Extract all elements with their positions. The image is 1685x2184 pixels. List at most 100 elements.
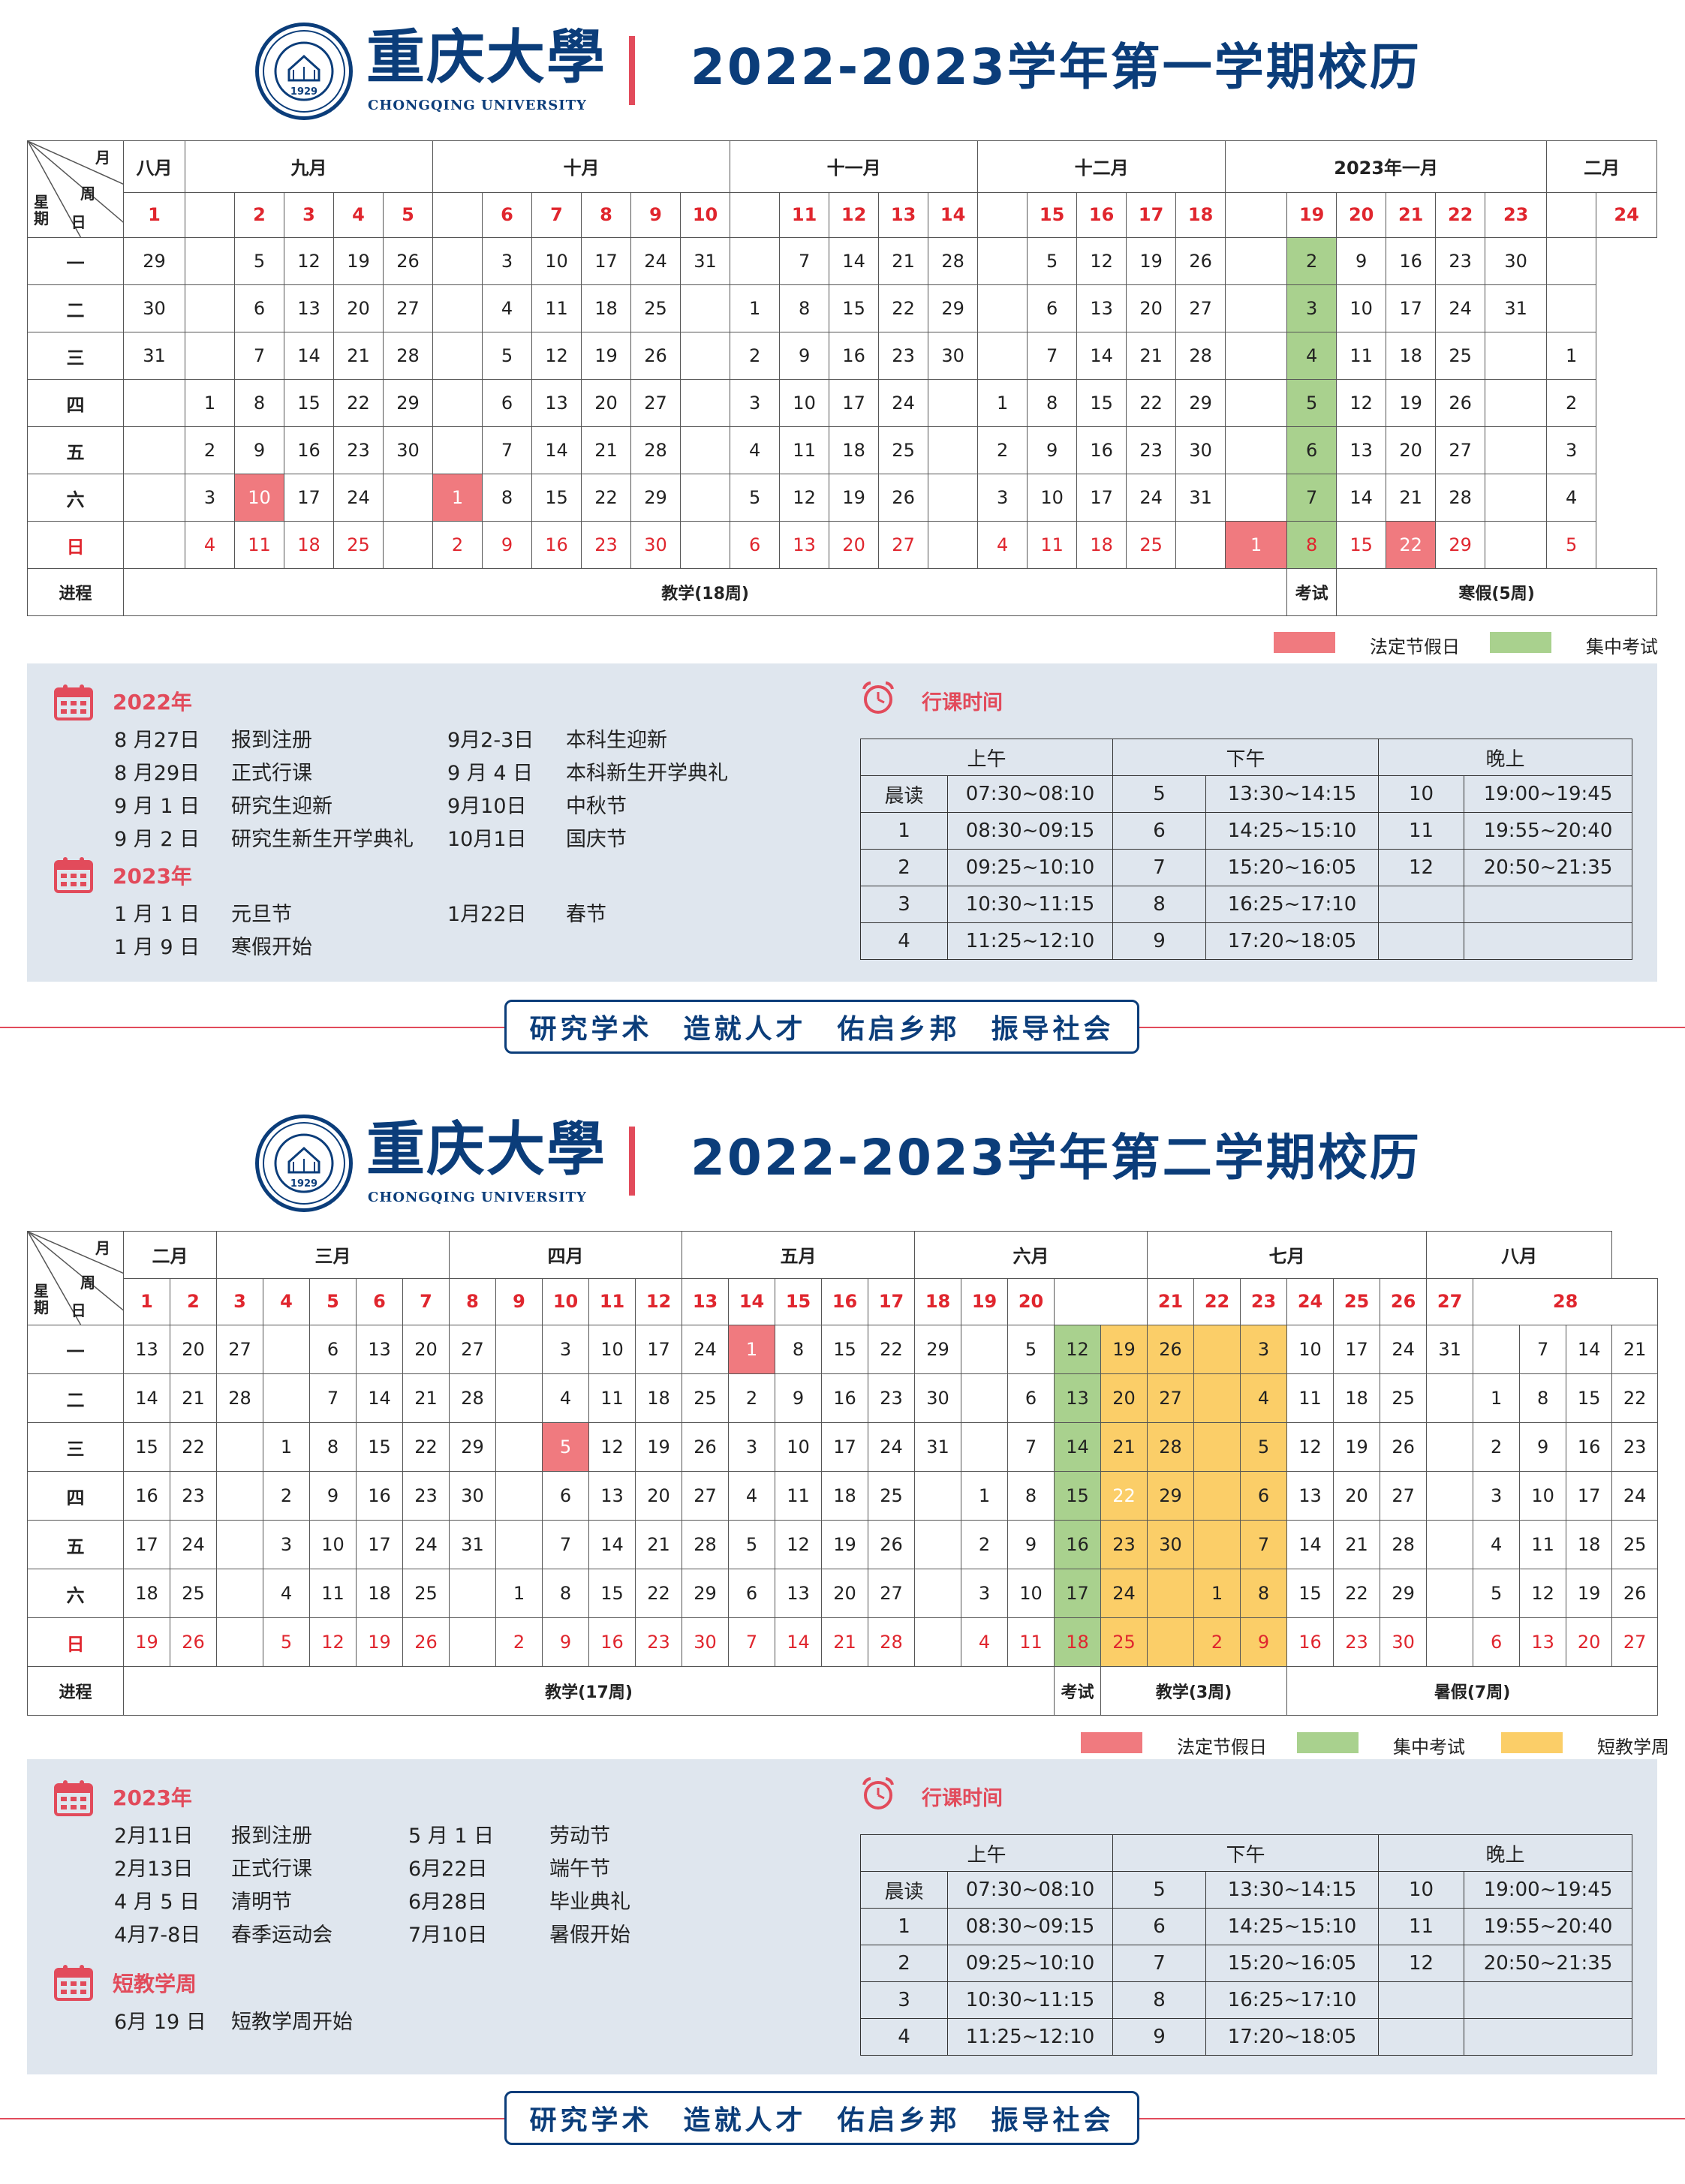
week-number: 15 [775,1277,823,1325]
period-time: 13:30~14:15 [1205,1871,1380,1909]
period-time: 15:20~16:05 [1205,849,1380,886]
day-cell: 14 [1566,1325,1613,1374]
week-number: 9 [630,191,682,239]
day-cell: 28 [682,1520,730,1569]
day-cell: 14 [1286,1520,1334,1569]
day-cell: 28 [449,1373,497,1423]
week-number: 1 [123,1277,170,1325]
empty-day-cell [977,332,1028,380]
empty-day-cell [432,426,483,474]
empty-day-cell [123,474,185,522]
day-cell: 15 [284,379,334,427]
day-cell: 17 [1386,284,1437,332]
day-cell: 24 [1611,1471,1659,1521]
day-cell: 15 [356,1422,403,1472]
day-cell: 2 [728,1373,776,1423]
day-cell: 14 [284,332,334,380]
day-cell: 11 [234,521,284,569]
day-cell: 4 [977,521,1028,569]
period-number [1378,2018,1465,2056]
day-cell: 27 [449,1325,497,1374]
day-cell: 23 [1126,426,1177,474]
day-cell: 13 [1286,1471,1334,1521]
corner-month-label: 月 [95,1239,110,1257]
week-number: 18 [914,1277,962,1325]
day-cell: 18 [356,1569,403,1618]
day-cell: 9 [775,1373,823,1423]
day-cell: 9 [542,1617,590,1667]
empty-day-cell [1175,521,1226,569]
day-cell: 18 [1054,1617,1102,1667]
day-cell: 3 [263,1520,310,1569]
day-cell: 26 [682,1422,730,1472]
timetable-header: 下午 [1112,739,1380,776]
day-cell: 22 [1126,379,1177,427]
period-number: 6 [1112,812,1207,850]
weekday-row: 四 1 8 15 22 29 6 13 20 27 3 10 17 24 1 8 15 22 29 5 12 19 26 2 [27,379,1657,427]
event-name: 国庆节 [566,828,627,851]
day-cell: 27 [1611,1617,1659,1667]
empty-day-cell [914,1569,962,1618]
timetable-row: 2 09:25~10:10 7 15:20~16:05 12 20:50~21:35 [860,849,1633,886]
timetable-header-row: 上午 下午 晚上 [859,1834,1633,1872]
header-divider [629,1127,635,1196]
timetable-row: 4 11:25~12:10 9 17:20~18:05 [860,922,1633,960]
calendar-icon [54,683,93,720]
weekday-row: 六 18 25 4 11 18 25 1 8 15 22 29 6 13 20 27 3 10 17 24 1 8 15 22… [27,1569,1659,1618]
day-cell: 10 [779,379,830,427]
day-cell: 22 [581,474,632,522]
day-cell: 21 [878,237,929,285]
month-header: 十一月 [730,140,979,193]
day-cell: 23 [635,1617,683,1667]
day-cell: 6 [309,1325,357,1374]
empty-day-cell [216,1569,263,1618]
corner-week-label: 周 [80,1274,95,1292]
day-cell: 31 [1426,1325,1474,1374]
week-gap-cell [185,191,235,239]
day-cell: 2 [432,521,483,569]
day-cell: 24 [402,1520,450,1569]
day-cell: 24 [1100,1569,1148,1618]
day-cell: 9 [234,426,284,474]
day-cell: 3 [977,474,1028,522]
empty-day-cell [1193,1471,1241,1521]
weekday-label: 二 [27,284,124,332]
header-divider [629,36,635,105]
day-cell: 13 [1054,1373,1102,1423]
legend-swatch-holiday [1274,632,1335,653]
day-cell: 23 [1100,1520,1148,1569]
period-time: 11:25~12:10 [946,2018,1114,2056]
calendar-table: 月周星期日八月 九月 十月 十一月 十二月 2023年一月 二月 1 2 3 4 5 6 7 8 9 10 11 1… [27,140,1657,616]
period-number: 晨读 [860,1871,948,1909]
period-number: 12 [1378,849,1465,886]
period-number: 2 [860,849,948,886]
period-number: 11 [1378,1908,1465,1945]
day-cell: 12 [531,332,582,380]
empty-day-cell [1485,474,1548,522]
day-cell: 20 [635,1471,683,1521]
period-number [1378,922,1465,960]
empty-day-cell [1193,1373,1241,1423]
day-cell: 16 [1286,1617,1334,1667]
period-number: 8 [1112,886,1207,923]
day-cell: 27 [1175,284,1226,332]
day-cell: 13 [531,379,582,427]
university-emblem: 1929 [255,23,353,120]
empty-day-cell [123,426,185,474]
weekday-label: 一 [27,237,124,285]
empty-day-cell [449,1617,497,1667]
empty-day-cell [961,1373,1009,1423]
period-time: 08:30~09:15 [946,812,1114,850]
day-cell: 14 [775,1617,823,1667]
day-cell: 27 [630,379,682,427]
day-cell: 31 [914,1422,962,1472]
empty-day-cell [185,237,235,285]
empty-day-cell [1546,237,1597,285]
day-cell: 5 [234,237,284,285]
week-number: 8 [449,1277,497,1325]
day-cell: 7 [1027,332,1078,380]
period-number: 2 [860,1945,948,1982]
day-cell: 21 [1333,1520,1381,1569]
event-date: 6月22日 [408,1858,488,1881]
empty-day-cell [1147,1617,1195,1667]
